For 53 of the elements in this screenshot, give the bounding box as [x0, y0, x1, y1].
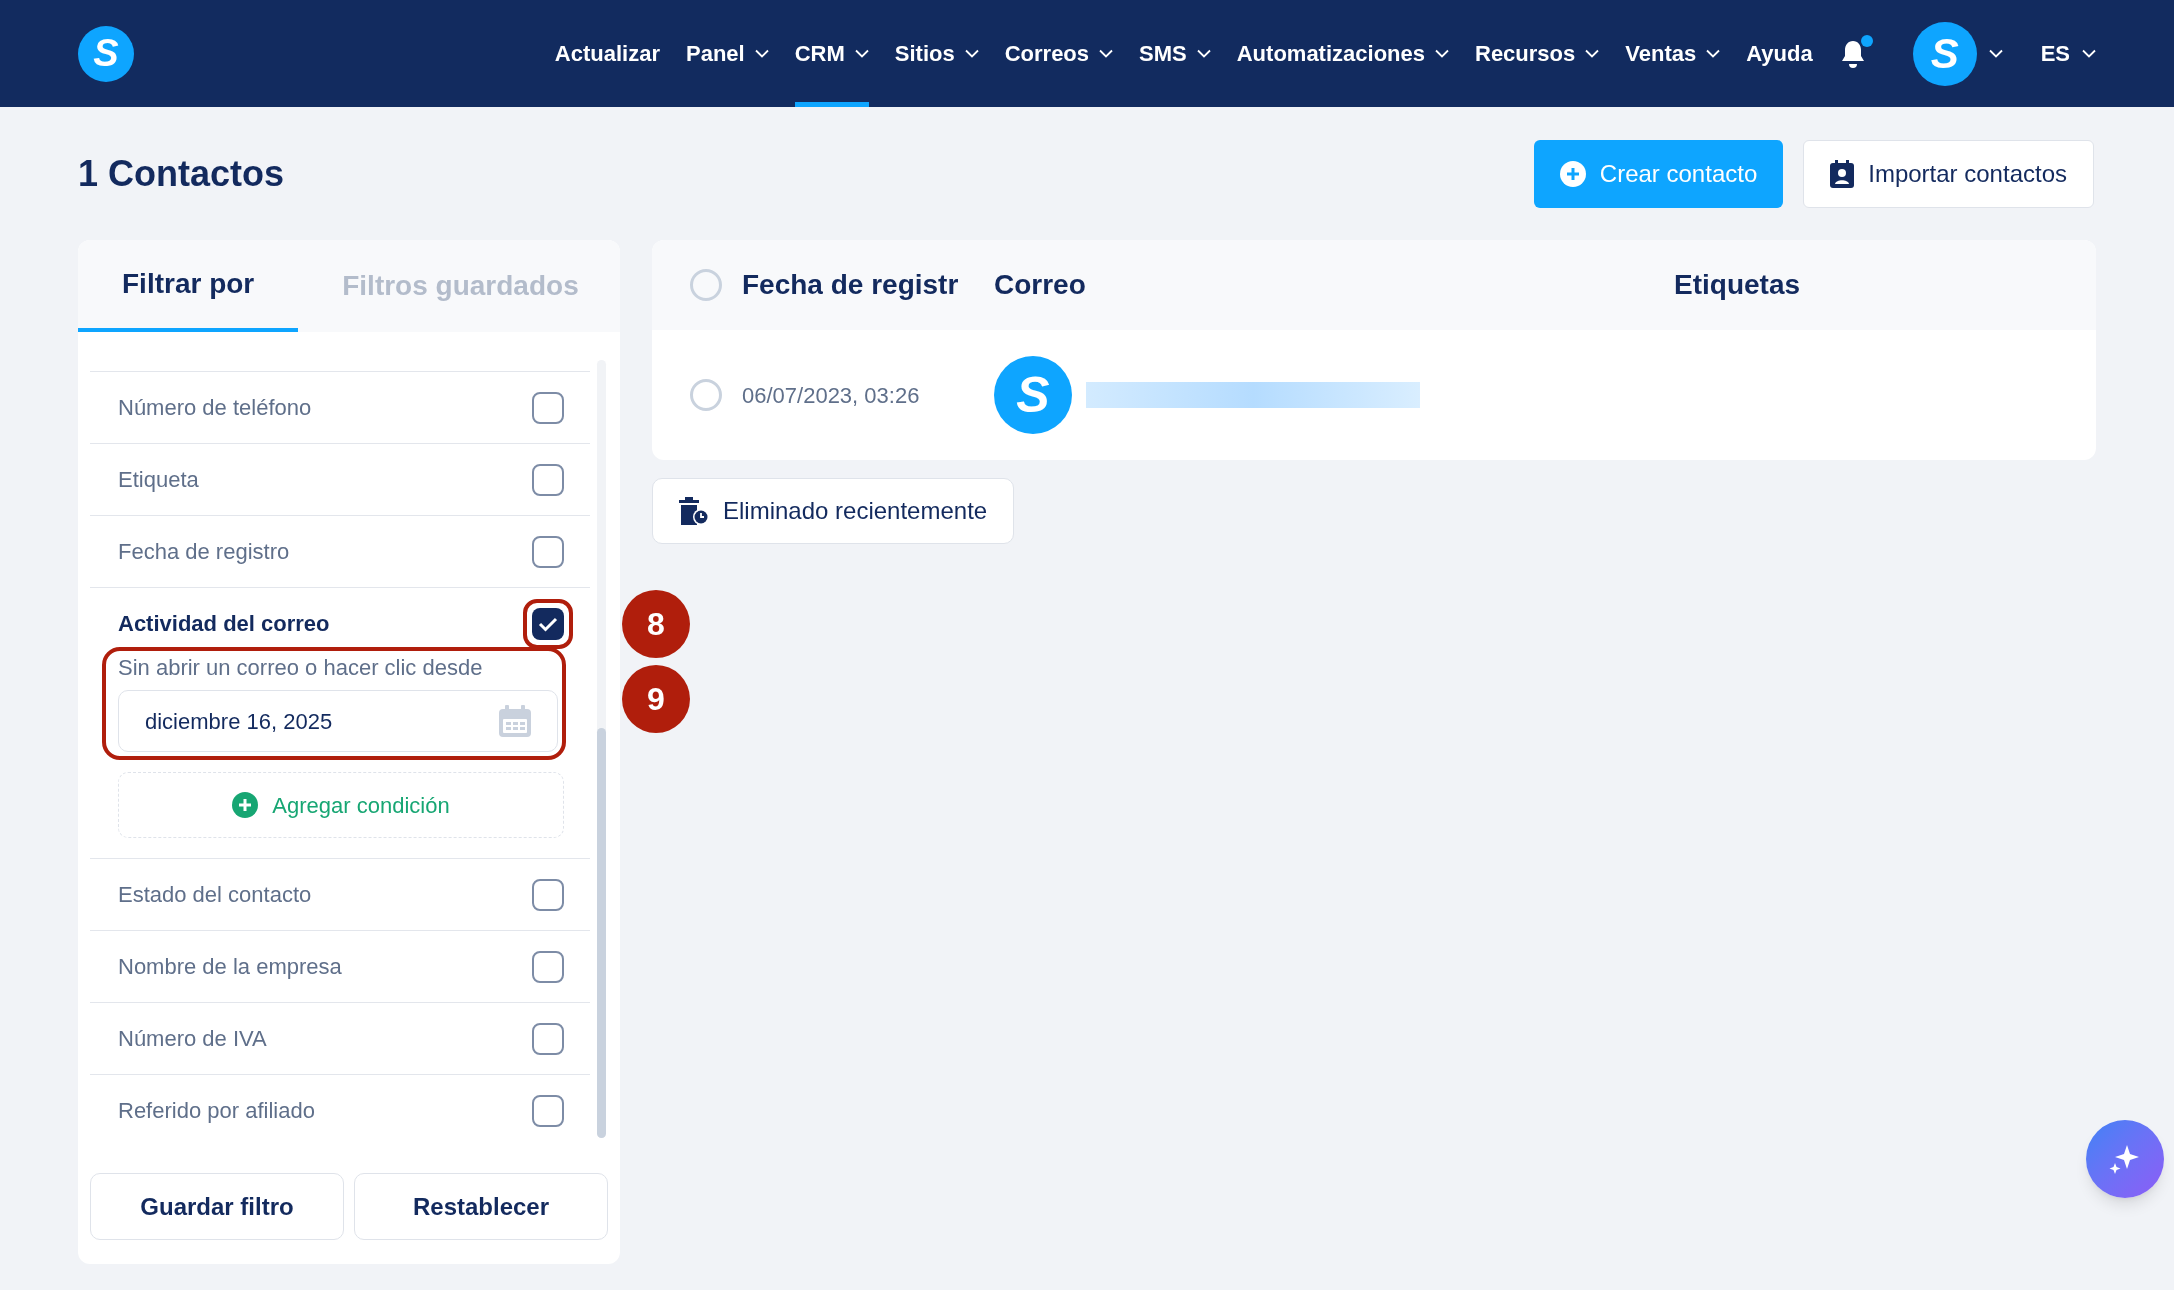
checkbox[interactable]: [532, 607, 564, 640]
plus-circle-icon: [1559, 160, 1586, 187]
import-contacts-button[interactable]: Importar contactos: [1803, 139, 2094, 208]
row-radio[interactable]: [690, 379, 722, 411]
column-header: Etiquetas: [1674, 268, 1801, 302]
filter-label: Nombre de la empresa: [118, 953, 342, 981]
checkbox[interactable]: [532, 878, 564, 911]
table-cell-text: 06/07/2023, 03:26: [742, 381, 921, 410]
nav-item[interactable]: Actualizar: [554, 0, 660, 107]
column-header: Correo: [994, 268, 1087, 302]
checkbox[interactable]: [532, 463, 564, 496]
page-title: 1 Contactos: [78, 151, 285, 196]
ai-assistant-button[interactable]: [2086, 1120, 2164, 1198]
language-selector[interactable]: ES: [2040, 37, 2096, 70]
nav-item[interactable]: CRM: [794, 0, 869, 107]
save-filter-button[interactable]: Guardar filtro: [90, 1173, 344, 1240]
checkbox[interactable]: [532, 1094, 564, 1127]
reset-button[interactable]: Restablecer: [354, 1173, 608, 1240]
filter-tab[interactable]: Filtrar por: [78, 240, 299, 332]
contact-card-icon: [1830, 159, 1855, 188]
filter-label: Etiqueta: [118, 466, 199, 494]
condition-label: Sin abrir un correo o hacer clic desde: [118, 654, 484, 682]
filter-label: Estado del contacto: [118, 881, 312, 909]
nav-item[interactable]: SMS: [1139, 0, 1211, 107]
contact-avatar: S: [994, 356, 1072, 434]
chevron-down-icon: [1988, 49, 2003, 58]
nav-item[interactable]: Recursos: [1475, 0, 1600, 107]
checkbox[interactable]: [532, 950, 564, 983]
nav-item[interactable]: Ayuda: [1746, 0, 1813, 107]
calendar-icon: [499, 705, 531, 737]
date-field[interactable]: diciembre 16, 2025: [118, 690, 558, 752]
trash-clock-icon: [679, 497, 709, 525]
nav-item[interactable]: Correos: [1004, 0, 1114, 107]
filter-label: Número de teléfono: [118, 394, 312, 422]
recently-deleted-button[interactable]: Eliminado recientemente: [652, 478, 1015, 544]
nav-item[interactable]: Automatizaciones: [1236, 0, 1449, 107]
checkmark-icon: [538, 615, 558, 632]
chevron-down-icon: [2082, 49, 2096, 58]
step-number-badge: 8: [622, 590, 690, 658]
filter-label: Fecha de registro: [118, 538, 290, 566]
filter-label: Actividad del correo: [118, 610, 330, 638]
nav-item[interactable]: Panel: [685, 0, 769, 107]
column-header: Fecha de registr: [742, 268, 960, 302]
plus-circle-icon: [232, 792, 259, 818]
nav-item[interactable]: Ventas: [1625, 0, 1721, 107]
checkbox[interactable]: [532, 391, 564, 424]
filter-label: Referido por afiliado: [118, 1097, 315, 1125]
filter-label: Número de IVA: [118, 1025, 267, 1053]
checkbox[interactable]: [532, 535, 564, 568]
nav-item[interactable]: Sitios: [894, 0, 979, 107]
checkbox[interactable]: [532, 1022, 564, 1055]
step-number-badge: 9: [622, 665, 690, 733]
select-all-radio[interactable]: [690, 269, 722, 301]
